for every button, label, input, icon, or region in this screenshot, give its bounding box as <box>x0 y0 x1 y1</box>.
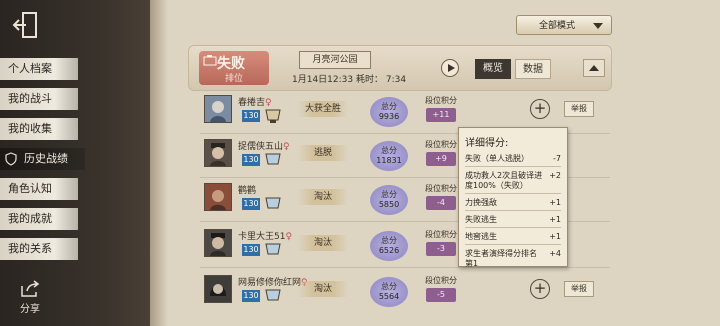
trophy-icon <box>265 153 281 165</box>
add-friend-button[interactable]: + <box>530 279 550 299</box>
sidebar-item-label: 历史战绩 <box>24 152 68 165</box>
chevron-down-icon <box>593 23 603 29</box>
sidebar-item-label: 我的战斗 <box>8 92 52 105</box>
sidebar-item-battles[interactable]: 我的战斗 <box>0 88 78 110</box>
replay-button[interactable] <box>441 59 459 77</box>
mode-select[interactable]: 全部模式 <box>516 15 612 35</box>
result-tag: 淘汰 <box>298 281 348 297</box>
player-row: 网易修修你红网♀ 130 淘汰 总分5564 段位积分-5 + 举报 <box>200 273 610 313</box>
total-score: 总分 6526 <box>370 231 408 261</box>
mode-select-value: 全部模式 <box>539 21 576 31</box>
report-button[interactable]: 举报 <box>564 281 594 297</box>
rank-points: 段位积分 -5 <box>421 275 461 307</box>
sidebar-item-label: 我的收集 <box>8 122 52 135</box>
sidebar-item-relations[interactable]: 我的关系 <box>0 238 78 260</box>
share-icon <box>21 280 40 297</box>
sidebar-item-achievements[interactable]: 我的成就 <box>0 208 78 230</box>
rank-points: 段位积分 -4 <box>421 183 461 215</box>
detail-row: 失败逃生 +1 <box>465 215 561 228</box>
mode-text: 排位 <box>225 74 244 84</box>
sidebar-item-label: 我的成就 <box>8 212 52 225</box>
level-badge: 130 <box>242 244 260 256</box>
exit-icon[interactable] <box>10 10 40 40</box>
match-datetime: 1月14日12:33 <box>292 75 354 85</box>
level-badge: 130 <box>242 290 260 302</box>
map-name: 月亮河公园 <box>299 51 371 69</box>
trophy-icon <box>265 243 281 255</box>
total-score: 总分 11831 <box>370 141 408 171</box>
sidebar-item-label: 角色认知 <box>8 182 52 195</box>
popup-title: 详细得分: <box>465 138 509 149</box>
duration-label: 耗时： <box>356 75 384 85</box>
level-badge: 130 <box>242 198 260 210</box>
match-header: 失败 排位 月亮河公园 1月14日12:33 耗时： 7:34 概览 数据 <box>188 45 612 91</box>
detail-row: 地窖逃生 +1 <box>465 232 561 245</box>
level-badge: 130 <box>242 154 260 166</box>
trophy-icon <box>265 289 281 301</box>
add-friend-button[interactable]: + <box>530 99 550 119</box>
tab-overview[interactable]: 概览 <box>475 59 511 79</box>
score-detail-popup: 详细得分: 失败（单人逃脱） -7 成功救人2次且破译进度100%（失败） +2 力… <box>458 127 568 268</box>
sidebar: 个人档案 我的战斗 我的收集 历史战绩 角色认知 我的成就 我的关系 分享 <box>0 0 150 326</box>
duration-value: 7:34 <box>385 75 407 85</box>
detail-row: 求生者演绎得分排名第1 +4 <box>465 249 561 268</box>
rank-points: 段位积分 +9 <box>421 139 461 171</box>
collapse-button[interactable] <box>583 59 605 77</box>
total-score: 总分 9936 <box>370 97 408 127</box>
match-history-panel: 全部模式 失败 排位 月亮河公园 1月14日12:33 耗时： 7:34 概览 … <box>150 0 720 326</box>
sidebar-item-label: 我的关系 <box>8 242 52 255</box>
level-badge: 130 <box>242 110 260 122</box>
sidebar-item-profile[interactable]: 个人档案 <box>0 58 78 80</box>
detail-row: 失败（单人逃脱） -7 <box>465 154 561 167</box>
sidebar-item-label: 个人档案 <box>8 62 52 75</box>
trophy-icon <box>265 109 281 123</box>
detail-row: 力挽强敌 +1 <box>465 198 561 211</box>
sidebar-item-history[interactable]: 历史战绩 <box>0 148 85 170</box>
match-info: 1月14日12:33 耗时： 7:34 <box>292 72 406 85</box>
result-text: 失败 <box>217 56 245 72</box>
rank-points: 段位积分 -3 <box>421 229 461 261</box>
avatar <box>204 229 232 257</box>
avatar <box>204 95 232 123</box>
result-badge: 失败 排位 <box>199 51 269 85</box>
avatar <box>204 275 232 303</box>
sidebar-item-collection[interactable]: 我的收集 <box>0 118 78 140</box>
total-score: 总分 5564 <box>370 277 408 307</box>
player-name: 鹳鹳 <box>238 186 257 196</box>
report-button[interactable]: 举报 <box>564 101 594 117</box>
rank-points: 段位积分 +11 <box>421 95 461 127</box>
avatar <box>204 183 232 211</box>
trophy-icon <box>265 197 281 209</box>
camera-icon <box>203 55 217 66</box>
tab-data[interactable]: 数据 <box>515 59 551 79</box>
result-tag: 淘汰 <box>298 189 348 205</box>
result-tag: 淘汰 <box>298 235 348 251</box>
result-tag: 逃脱 <box>298 145 348 161</box>
result-tag: 大获全胜 <box>298 101 348 117</box>
shield-icon <box>5 152 17 166</box>
detail-row: 成功救人2次且破译进度100%（失败） +2 <box>465 171 561 194</box>
share-label: 分享 <box>20 304 40 315</box>
sidebar-item-character[interactable]: 角色认知 <box>0 178 78 200</box>
total-score: 总分 5850 <box>370 185 408 215</box>
avatar <box>204 139 232 167</box>
share-button[interactable]: 分享 <box>14 280 46 315</box>
